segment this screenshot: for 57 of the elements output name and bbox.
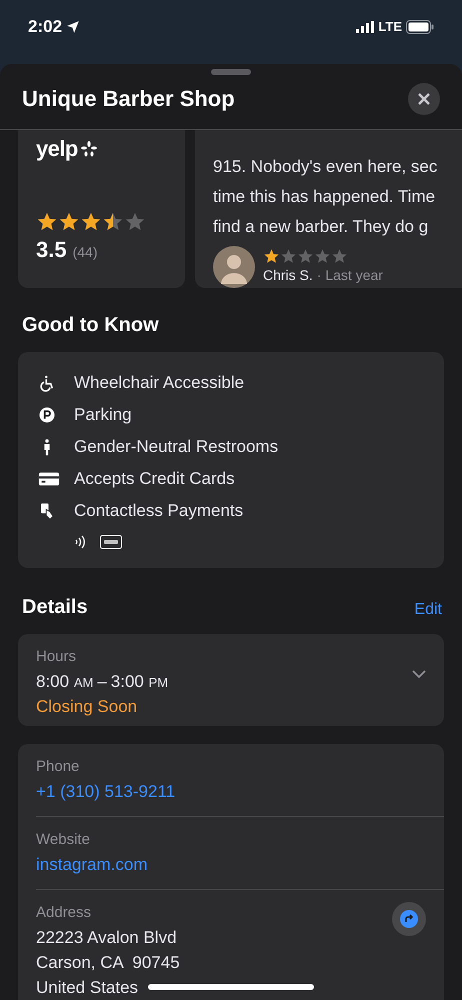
status-time: 2:02 (28, 16, 62, 38)
website-link[interactable]: instagram.com (36, 852, 148, 877)
reviewer-name: Chris S. (263, 266, 313, 285)
field-label: Website (36, 830, 91, 850)
empty-star-icon (124, 211, 146, 233)
wheelchair-icon (38, 374, 56, 392)
filled-star-icon (263, 248, 280, 265)
parking-icon (38, 406, 56, 424)
credit-card-icon (38, 470, 60, 488)
burst-icon (80, 140, 97, 156)
closing-time: 3:00 PM (110, 670, 168, 692)
address-line: 22223 Avalon Blvd (36, 926, 178, 948)
contactless-icon (74, 535, 88, 549)
amenity-label: Gender-Neutral Restrooms (74, 436, 278, 458)
section-title: Good to Know (21, 314, 159, 336)
close-button[interactable] (408, 82, 440, 114)
rating-card[interactable]: yelp 3.5 (44) (18, 130, 185, 288)
rating-score: 3.5 (36, 236, 67, 264)
address-line: Carson, CA 90745 (36, 952, 180, 974)
sheet-grabber[interactable] (211, 69, 251, 75)
filled-star-icon (80, 211, 102, 233)
hours-status: Closing Soon (36, 696, 138, 718)
opening-time: 8:00 AM (36, 670, 94, 692)
battery-icon (406, 20, 434, 34)
amenity-label: Parking (74, 404, 132, 426)
review-count: (44) (72, 243, 98, 262)
chevron-down-icon[interactable] (412, 670, 426, 679)
dash: – (97, 670, 107, 692)
field-label: Address (36, 903, 92, 923)
directions-button[interactable] (392, 902, 426, 936)
location-arrow-icon (66, 20, 80, 34)
amenity-label: Contactless Payments (74, 500, 244, 522)
filled-star-icon (58, 211, 80, 233)
review-text-line: find a new barber. They do g (213, 216, 428, 238)
hours-card[interactable]: Hours 8:00 AM – 3:00 PM Closing Soon (18, 634, 444, 726)
field-label: Hours (36, 647, 78, 667)
wallet-pay-icon (100, 535, 122, 549)
close-icon (417, 92, 431, 106)
amenity-label: Wheelchair Accessible (74, 372, 244, 394)
section-title: Details (22, 595, 88, 620)
place-title: Unique Barber Shop (22, 85, 235, 113)
review-card[interactable]: 915. Nobody's even here, sec time this has happened. Time find a new barber. They do g Chris S. · Last year (195, 130, 462, 288)
field-label: Phone (36, 757, 80, 777)
amenity-label: Accepts Credit Cards (74, 468, 235, 490)
address-line: United States (36, 976, 140, 998)
review-time: · Last year (316, 266, 383, 285)
phone-link[interactable]: +1 (310) 513-9211 (36, 778, 176, 804)
directions-icon (400, 910, 418, 928)
half-star-icon (102, 211, 124, 233)
edit-link[interactable]: Edit (414, 598, 442, 622)
signal-icon (356, 20, 374, 33)
review-text-line: 915. Nobody's even here, sec (213, 156, 438, 178)
filled-star-icon (36, 211, 58, 233)
avatar (213, 246, 255, 288)
yelp-logo: yelp (36, 135, 78, 163)
review-text-line: time this has happened. Time (213, 186, 436, 208)
network-label: LTE (378, 18, 402, 36)
